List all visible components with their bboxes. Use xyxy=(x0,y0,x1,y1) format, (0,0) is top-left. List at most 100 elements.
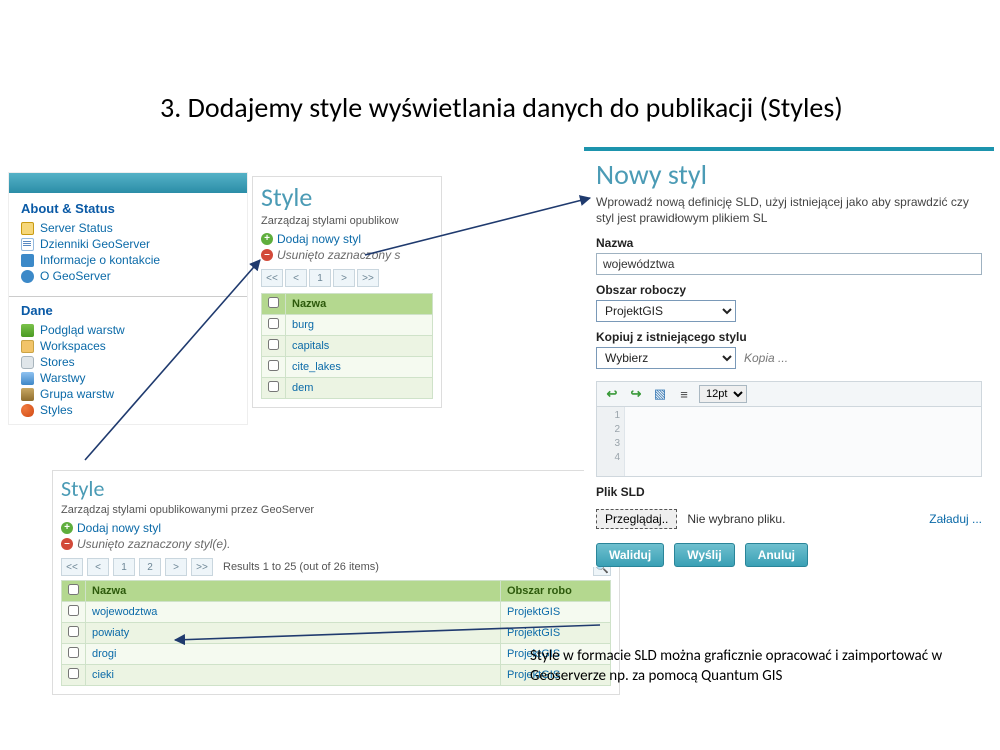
pager-first[interactable]: << xyxy=(61,558,83,576)
select-all-checkbox[interactable] xyxy=(268,297,279,308)
group-icon xyxy=(21,388,34,401)
nav-about-geoserver[interactable]: O GeoServer xyxy=(19,268,237,284)
workspace-link[interactable]: ProjektGIS xyxy=(507,627,560,639)
pager-page[interactable]: 1 xyxy=(309,269,331,287)
style-link[interactable]: capitals xyxy=(292,340,329,352)
folder-icon xyxy=(21,340,34,353)
row-checkbox[interactable] xyxy=(68,626,79,637)
minus-icon: – xyxy=(261,249,273,261)
workspace-link[interactable]: ProjektGIS xyxy=(507,606,560,618)
submit-button[interactable]: Wyślij xyxy=(674,543,734,567)
table-row: drogiProjektGIS xyxy=(62,644,611,665)
sld-file-label: Plik SLD xyxy=(596,485,982,499)
copy-label: Kopiuj z istniejącego stylu xyxy=(596,330,982,344)
table-row: capitals xyxy=(262,336,433,357)
status-icon xyxy=(21,222,34,235)
style-link[interactable]: powiaty xyxy=(92,627,129,639)
pager-last[interactable]: >> xyxy=(357,269,379,287)
row-checkbox[interactable] xyxy=(268,360,279,371)
row-checkbox[interactable] xyxy=(68,605,79,616)
remove-style-link-wide[interactable]: – Usunięto zaznaczony styl(e). xyxy=(61,536,611,552)
new-style-panel: Nowy styl Wprowadź nową definicję SLD, u… xyxy=(584,147,994,567)
data-heading: Dane xyxy=(9,296,247,320)
add-style-link[interactable]: + Dodaj nowy styl xyxy=(261,231,433,247)
image-icon[interactable]: ▧ xyxy=(651,386,669,402)
undo-icon[interactable]: ↩ xyxy=(603,386,621,402)
add-style-link-wide[interactable]: + Dodaj nowy styl xyxy=(61,520,611,536)
redo-icon[interactable]: ↪ xyxy=(627,386,645,402)
col-workspace-header[interactable]: Obszar robo xyxy=(501,581,611,602)
nav-layers[interactable]: Warstwy xyxy=(19,370,237,386)
load-link[interactable]: Załaduj ... xyxy=(929,512,982,526)
new-style-heading: Nowy styl xyxy=(584,157,994,194)
nav-contact-info[interactable]: Informacje o kontakcie xyxy=(19,252,237,268)
sld-editor-toolbar: ↩ ↪ ▧ ≡ 12pt xyxy=(596,381,982,407)
about-heading: About & Status xyxy=(9,193,247,218)
layer-icon xyxy=(21,372,34,385)
table-row: wojewodztwa ProjektGIS xyxy=(62,602,611,623)
styles-table-wide: Nazwa Obszar robo wojewodztwaProjektGIS … xyxy=(61,580,611,686)
style-link[interactable]: cieki xyxy=(92,669,114,681)
database-icon xyxy=(21,356,34,369)
cancel-button[interactable]: Anuluj xyxy=(745,543,808,567)
style-link[interactable]: dem xyxy=(292,382,313,394)
sidebar-topbar xyxy=(9,173,247,193)
table-row: dem xyxy=(262,378,433,399)
workspace-select[interactable]: ProjektGIS xyxy=(596,300,736,322)
nav-layer-preview[interactable]: Podgląd warstw xyxy=(19,322,237,338)
slide-annotation: Style w formacie SLD można graficznie op… xyxy=(530,647,970,686)
log-icon xyxy=(21,238,34,251)
row-checkbox[interactable] xyxy=(268,318,279,329)
remove-style-link[interactable]: – Usunięto zaznaczony s xyxy=(261,247,433,263)
pager-prev[interactable]: < xyxy=(87,558,109,576)
pager-page-1[interactable]: 1 xyxy=(113,558,135,576)
nav-styles[interactable]: Styles xyxy=(19,402,237,418)
style-link[interactable]: wojewodztwa xyxy=(92,606,157,618)
copy-from-select[interactable]: Wybierz xyxy=(596,347,736,369)
select-all-checkbox[interactable] xyxy=(68,584,79,595)
style-link[interactable]: cite_lakes xyxy=(292,361,341,373)
col-name-header[interactable]: Nazwa xyxy=(86,581,501,602)
row-checkbox[interactable] xyxy=(68,647,79,658)
about-list: Server Status Dzienniki GeoServer Inform… xyxy=(9,218,247,290)
new-style-desc: Wprowadź nową definicję SLD, użyj istnie… xyxy=(596,194,982,226)
question-icon xyxy=(21,270,34,283)
styles-heading: Style xyxy=(261,181,433,213)
browse-button[interactable]: Przeglądaj.. xyxy=(596,509,677,529)
styles-table-narrow: Nazwa burg capitals cite_lakes dem xyxy=(261,293,433,399)
pager-first[interactable]: << xyxy=(261,269,283,287)
nav-layer-groups[interactable]: Grupa warstw xyxy=(19,386,237,402)
name-input[interactable] xyxy=(596,253,982,275)
table-row: burg xyxy=(262,315,433,336)
style-link[interactable]: drogi xyxy=(92,648,116,660)
table-row: ciekiProjektGIS xyxy=(62,665,611,686)
col-name-header[interactable]: Nazwa xyxy=(286,294,433,315)
nav-stores[interactable]: Stores xyxy=(19,354,237,370)
styles-panel-narrow: Style Zarządzaj stylami opublikow + Doda… xyxy=(252,176,442,408)
pager-next[interactable]: > xyxy=(165,558,187,576)
minus-icon: – xyxy=(61,538,73,550)
workspace-label: Obszar roboczy xyxy=(596,283,982,297)
pager-last[interactable]: >> xyxy=(191,558,213,576)
row-checkbox[interactable] xyxy=(268,381,279,392)
panel-top-rule xyxy=(584,147,994,151)
nav-server-status[interactable]: Server Status xyxy=(19,220,237,236)
style-link[interactable]: burg xyxy=(292,319,314,331)
validate-button[interactable]: Waliduj xyxy=(596,543,664,567)
plus-icon: + xyxy=(61,522,73,534)
data-list: Podgląd warstw Workspaces Stores Warstwy… xyxy=(9,320,247,424)
pager-prev[interactable]: < xyxy=(285,269,307,287)
sld-editor[interactable]: 1 2 3 4 xyxy=(596,407,982,477)
styles-subdesc: Zarządzaj stylami opublikow xyxy=(261,215,433,227)
row-checkbox[interactable] xyxy=(68,668,79,679)
pager-next[interactable]: > xyxy=(333,269,355,287)
font-size-select[interactable]: 12pt xyxy=(699,385,747,403)
nav-workspaces[interactable]: Workspaces xyxy=(19,338,237,354)
results-text: Results 1 to 25 (out of 26 items) xyxy=(223,561,379,573)
wrap-icon[interactable]: ≡ xyxy=(675,386,693,402)
results-row: << < 1 2 > >> Results 1 to 25 (out of 26… xyxy=(61,558,611,576)
nav-logs[interactable]: Dzienniki GeoServer xyxy=(19,236,237,252)
table-row: cite_lakes xyxy=(262,357,433,378)
row-checkbox[interactable] xyxy=(268,339,279,350)
pager-page-2[interactable]: 2 xyxy=(139,558,161,576)
